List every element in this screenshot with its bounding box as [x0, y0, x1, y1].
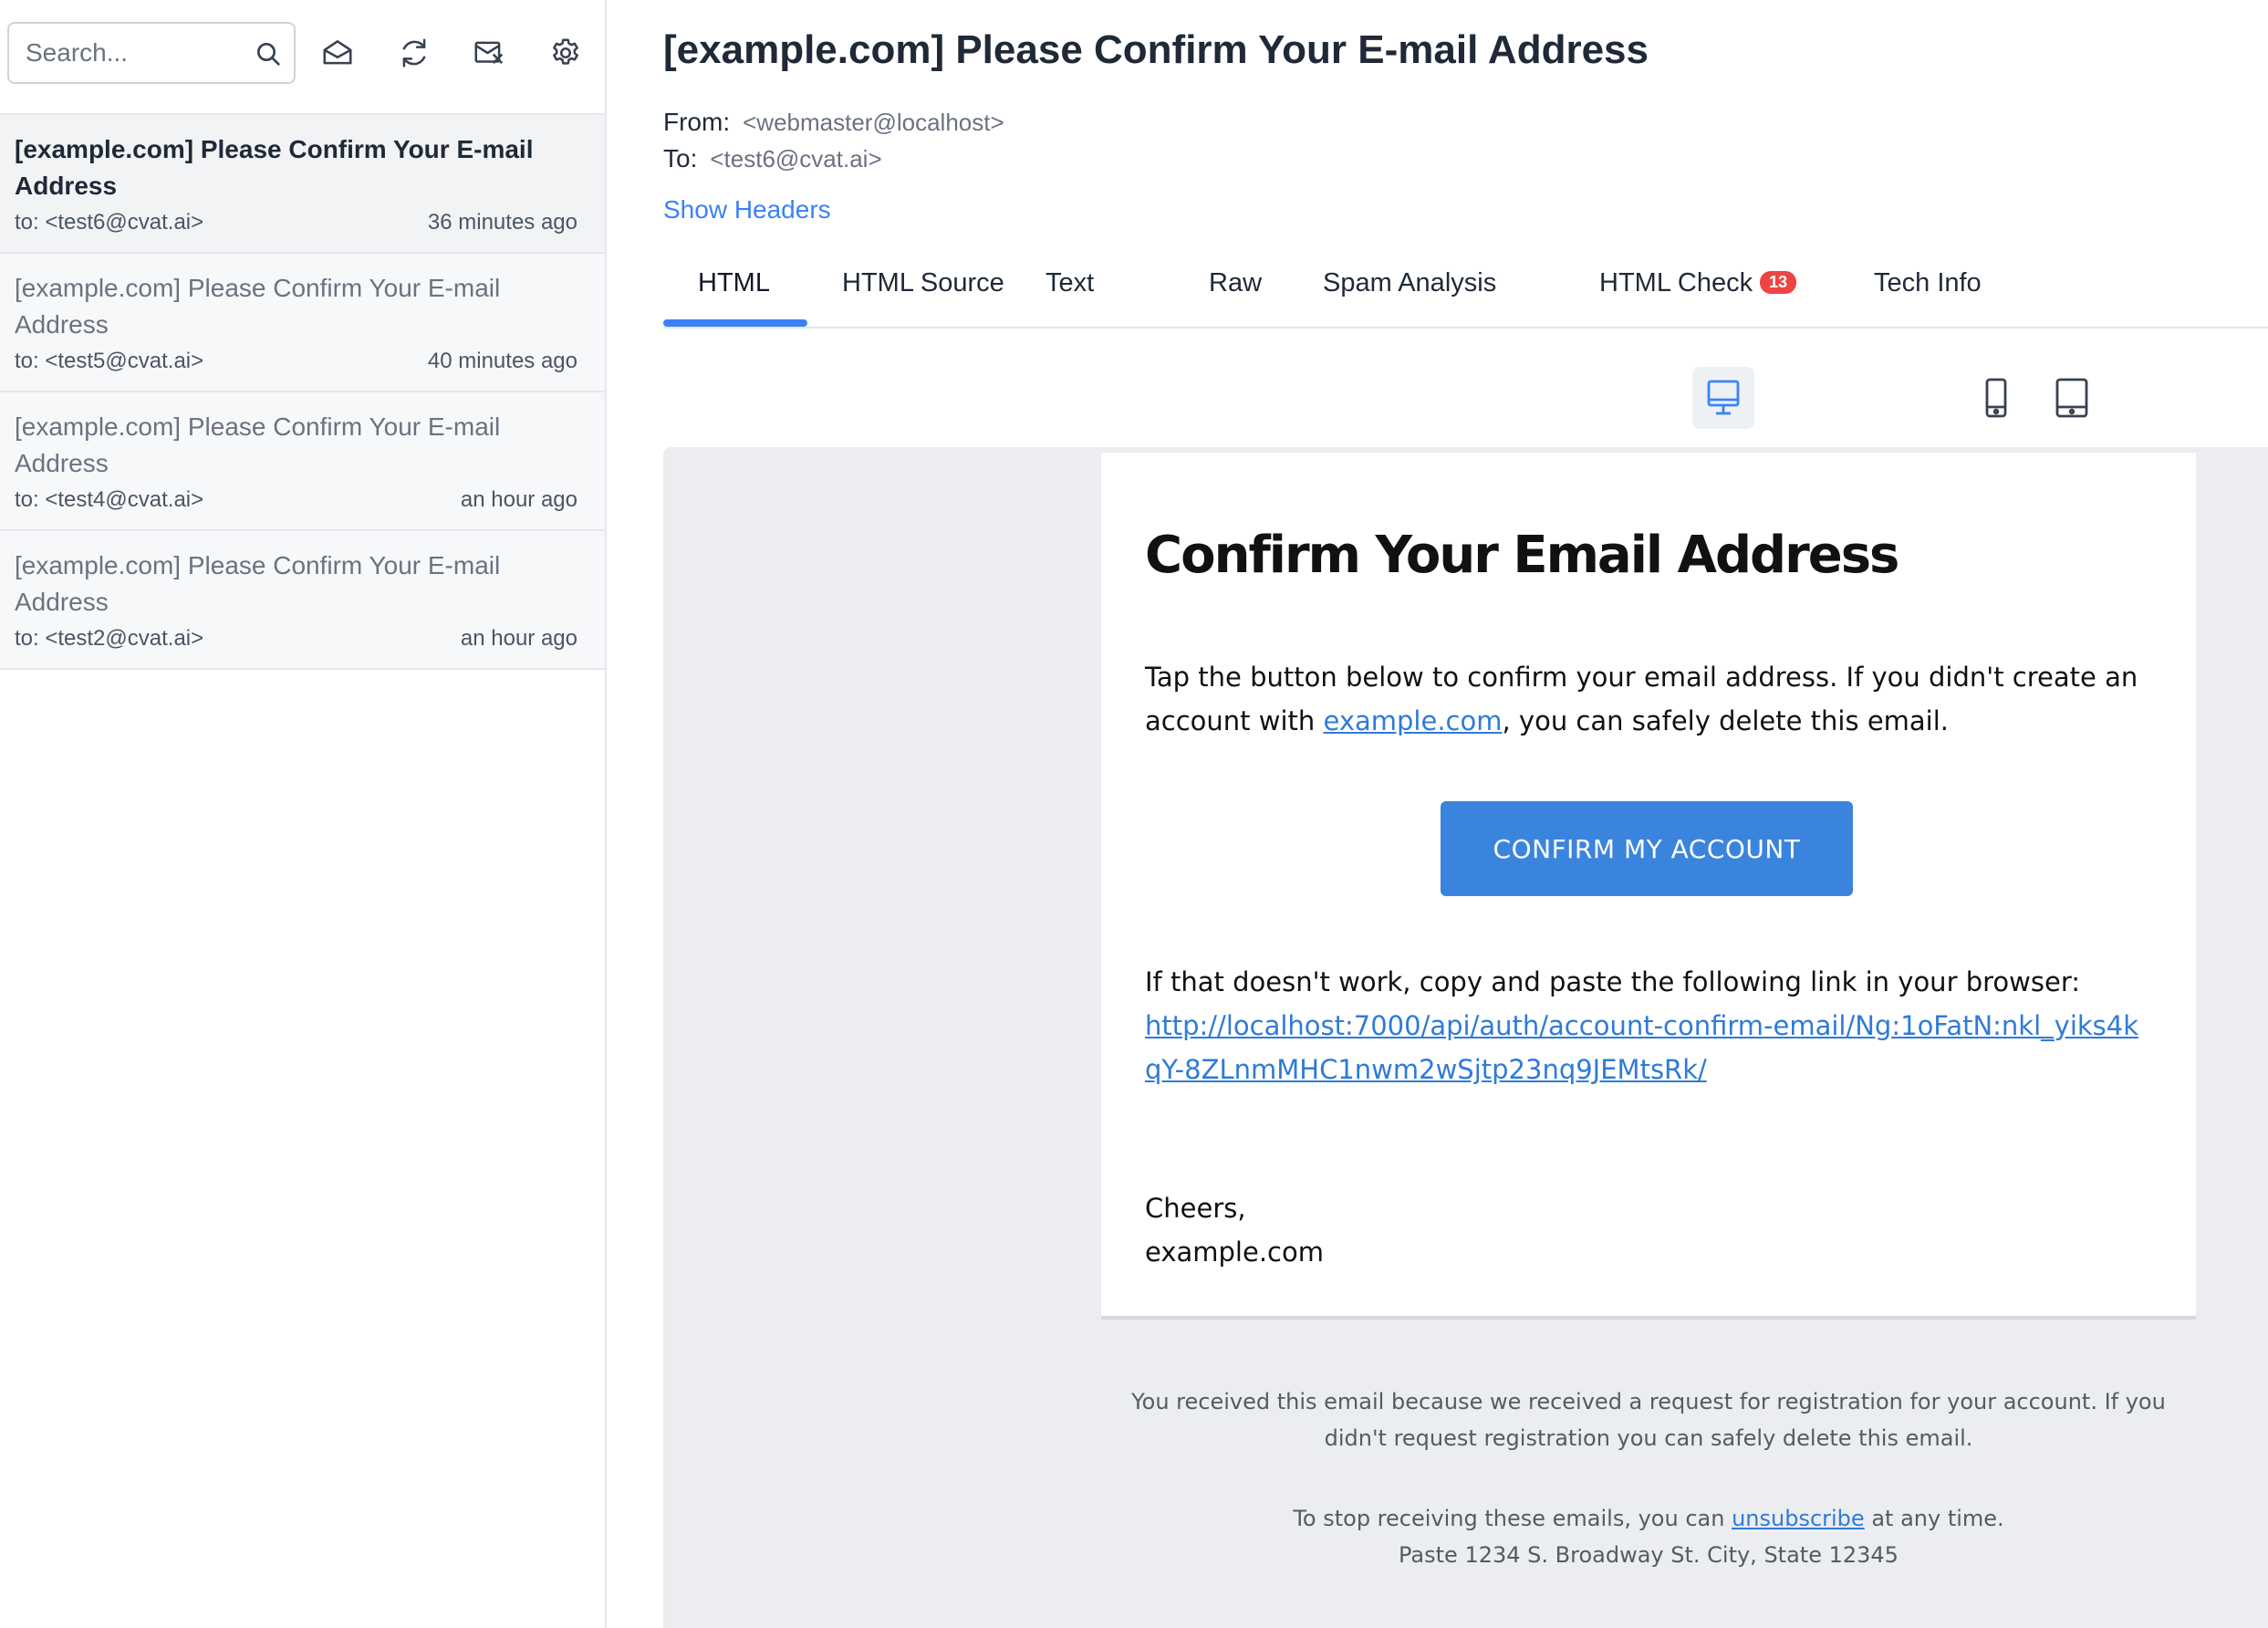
message-subject: [example.com] Please Confirm Your E-mail…: [15, 412, 501, 477]
sidebar-toolbar: [0, 0, 605, 113]
message-subject: [example.com] Please Confirm Your E-mail…: [15, 135, 534, 200]
sidebar: [example.com] Please Confirm Your E-mail…: [0, 0, 607, 1628]
tab-label: HTML Source: [842, 268, 1004, 297]
search-box[interactable]: [7, 22, 296, 84]
signoff: Cheers,: [1145, 1193, 1246, 1224]
tablet-view-button[interactable]: [2041, 367, 2103, 429]
tab-tech-info[interactable]: Tech Info: [1874, 268, 1982, 329]
message-item[interactable]: [example.com] Please Confirm Your E-mail…: [0, 392, 605, 531]
mobile-icon: [1985, 378, 2007, 418]
search-icon[interactable]: [254, 39, 283, 68]
message-subject: [example.com] Please Confirm Your E-mail…: [15, 551, 501, 616]
message-item[interactable]: [example.com] Please Confirm Your E-mail…: [0, 531, 605, 670]
tab-label: HTML Check: [1599, 268, 1753, 297]
signature-name: example.com: [1145, 1237, 1324, 1268]
tab-html-check[interactable]: HTML Check 13: [1599, 268, 1797, 329]
message-meta: to: <test6@cvat.ai> 36 minutes ago: [15, 210, 577, 235]
tab-label: Raw: [1209, 268, 1263, 297]
to-value: <test6@cvat.ai>: [710, 145, 882, 172]
settings-icon: [553, 38, 578, 65]
message-meta: to: <test2@cvat.ai> an hour ago: [15, 626, 577, 652]
mobile-view-button[interactable]: [1965, 367, 2027, 429]
confirm-account-button[interactable]: CONFIRM MY ACCOUNT: [1441, 801, 1853, 896]
tab-label: Spam Analysis: [1323, 268, 1497, 297]
unsubscribe-text: To stop receiving these emails, you can: [1293, 1506, 1732, 1531]
tab-html-source[interactable]: HTML Source: [842, 268, 1004, 329]
message-recipient: to: <test6@cvat.ai>: [15, 210, 204, 235]
tab-text[interactable]: Text: [1046, 268, 1094, 329]
message-view: [example.com] Please Confirm Your E-mail…: [609, 0, 2268, 1628]
message-time: 36 minutes ago: [427, 210, 577, 235]
mark-read-icon: [323, 40, 352, 65]
refresh-button[interactable]: [394, 33, 434, 73]
html-check-badge: 13: [1760, 271, 1797, 294]
mark-all-read-button[interactable]: [317, 33, 358, 73]
message-title: [example.com] Please Confirm Your E-mail…: [663, 27, 1649, 72]
settings-button[interactable]: [546, 33, 586, 73]
message-time: 40 minutes ago: [427, 349, 577, 373]
delete-all-button[interactable]: [469, 33, 509, 73]
refresh-icon: [402, 38, 426, 68]
view-tabs: HTML HTML Source Text Raw Spam Analysis …: [663, 257, 2268, 329]
message-time: an hour ago: [460, 626, 577, 651]
example-link[interactable]: example.com: [1324, 705, 1503, 736]
message-recipient: to: <test4@cvat.ai>: [15, 487, 204, 512]
fallback-section: If that doesn't work, copy and paste the…: [1145, 960, 2158, 1091]
tablet-icon: [2055, 378, 2088, 418]
message-item[interactable]: [example.com] Please Confirm Your E-mail…: [0, 115, 605, 254]
email-body: Confirm Your Email Address Tap the butto…: [1101, 453, 2196, 1320]
clear-mailbox-icon: [474, 41, 504, 64]
from-label: From:: [663, 108, 731, 136]
email-preview: Confirm Your Email Address Tap the butto…: [663, 447, 2268, 1628]
message-list: [example.com] Please Confirm Your E-mail…: [0, 113, 605, 670]
message-time: an hour ago: [460, 487, 577, 512]
message-recipient: to: <test5@cvat.ai>: [15, 349, 204, 373]
unsubscribe-text-end: at any time.: [1864, 1506, 2004, 1531]
fallback-text: If that doesn't work, copy and paste the…: [1145, 966, 2080, 997]
to-label: To:: [663, 144, 698, 172]
tab-label: Text: [1046, 268, 1095, 297]
message-item[interactable]: [example.com] Please Confirm Your E-mail…: [0, 254, 605, 392]
footer-note: You received this email because we recei…: [1131, 1389, 2166, 1451]
email-heading: Confirm Your Email Address: [1145, 526, 1899, 585]
footer-address: Paste 1234 S. Broadway St. City, State 1…: [1399, 1542, 1899, 1568]
tab-label: Tech Info: [1874, 268, 1982, 297]
intro-text-end: , you can safely delete this email.: [1502, 705, 1950, 736]
tab-label: HTML: [698, 268, 770, 297]
message-recipient: to: <test2@cvat.ai>: [15, 626, 204, 651]
tab-spam-analysis[interactable]: Spam Analysis: [1323, 268, 1496, 329]
signature: Cheers, example.com: [1145, 1186, 1324, 1274]
desktop-view-button[interactable]: [1692, 367, 1754, 429]
desktop-icon: [1707, 380, 1740, 415]
confirm-url-link[interactable]: http://localhost:7000/api/auth/account-c…: [1145, 1004, 2148, 1091]
message-subject: [example.com] Please Confirm Your E-mail…: [15, 274, 501, 339]
email-intro: Tap the button below to confirm your ema…: [1145, 655, 2158, 743]
active-tab-indicator: [663, 319, 807, 327]
message-meta: to: <test5@cvat.ai> 40 minutes ago: [15, 349, 577, 374]
tab-raw[interactable]: Raw: [1209, 268, 1262, 329]
to-row: To: <test6@cvat.ai>: [663, 144, 882, 173]
footer-unsubscribe: To stop receiving these emails, you can …: [1101, 1500, 2196, 1537]
show-headers-link[interactable]: Show Headers: [663, 195, 831, 224]
from-row: From: <webmaster@localhost>: [663, 108, 1004, 137]
message-meta: to: <test4@cvat.ai> an hour ago: [15, 487, 577, 513]
unsubscribe-link[interactable]: unsubscribe: [1732, 1506, 1865, 1531]
search-input[interactable]: [26, 24, 244, 82]
from-value: <webmaster@localhost>: [743, 109, 1004, 136]
